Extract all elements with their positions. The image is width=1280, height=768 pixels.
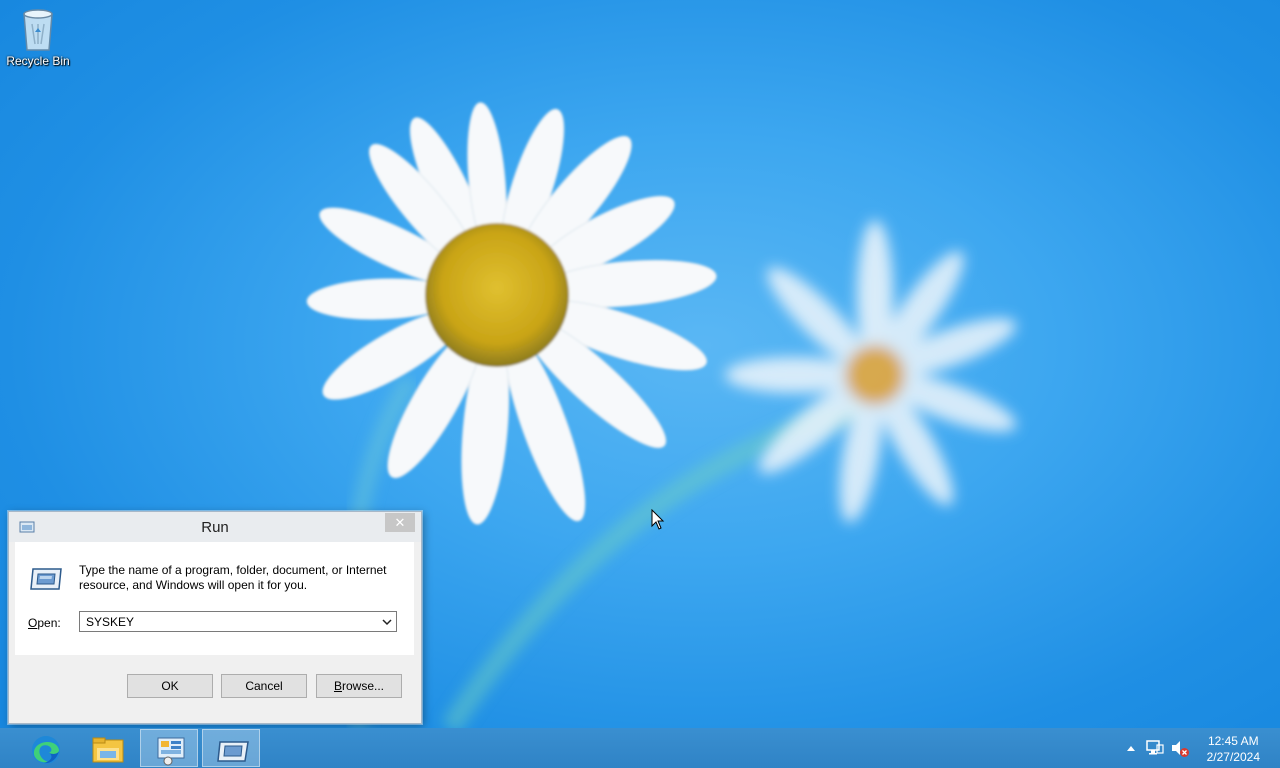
open-label-accesskey: O <box>28 616 38 630</box>
open-label-text: pen: <box>37 616 61 630</box>
recycle-bin-icon <box>23 9 53 51</box>
taskbar-app-file-explorer[interactable] <box>78 729 136 767</box>
run-program-icon <box>30 568 62 590</box>
mouse-cursor-icon <box>651 509 665 530</box>
file-explorer-icon <box>92 737 124 763</box>
title-bar[interactable]: Run ✕ <box>9 512 421 542</box>
dialog-content-area: Type the name of a program, folder, docu… <box>15 542 414 655</box>
browse-button[interactable]: Browse... <box>316 674 402 698</box>
open-combobox[interactable]: SYSKEY <box>79 611 397 632</box>
open-input-value[interactable]: SYSKEY <box>86 615 134 629</box>
run-icon <box>217 741 249 762</box>
dialog-description: Type the name of a program, folder, docu… <box>79 563 387 592</box>
clock-date: 2/27/2024 <box>1206 750 1260 764</box>
browse-button-text: rowse... <box>342 679 385 693</box>
desktop-icon-label: Recycle Bin <box>6 54 70 68</box>
browse-accesskey: B <box>333 679 342 693</box>
cancel-button[interactable]: Cancel <box>221 674 307 698</box>
desktop-icon-recycle-bin[interactable]: Recycle Bin <box>4 6 72 76</box>
dialog-title: Run <box>201 519 229 536</box>
volume-muted-icon[interactable] <box>1170 728 1190 768</box>
taskbar: 12:45 AM 2/27/2024 <box>0 728 1280 768</box>
system-clock[interactable]: 12:45 AM 2/27/2024 <box>1207 733 1260 765</box>
taskbar-app-edge[interactable] <box>16 729 74 767</box>
edge-icon <box>32 736 60 764</box>
open-label: Open: <box>28 616 61 630</box>
taskbar-app-server-manager[interactable] <box>140 729 198 767</box>
close-button[interactable]: ✕ <box>385 513 415 532</box>
ok-button[interactable]: OK <box>127 674 213 698</box>
taskbar-app-run[interactable] <box>202 729 260 767</box>
run-dialog: Run ✕ Type the name of a program, folder… <box>8 511 422 724</box>
chevron-down-icon[interactable] <box>381 617 393 627</box>
network-icon[interactable] <box>1145 728 1165 768</box>
dialog-body: Type the name of a program, folder, docu… <box>15 542 414 716</box>
server-manager-icon <box>157 737 185 766</box>
clock-time: 12:45 AM <box>1207 734 1259 748</box>
show-hidden-icons-icon[interactable] <box>1124 728 1138 768</box>
